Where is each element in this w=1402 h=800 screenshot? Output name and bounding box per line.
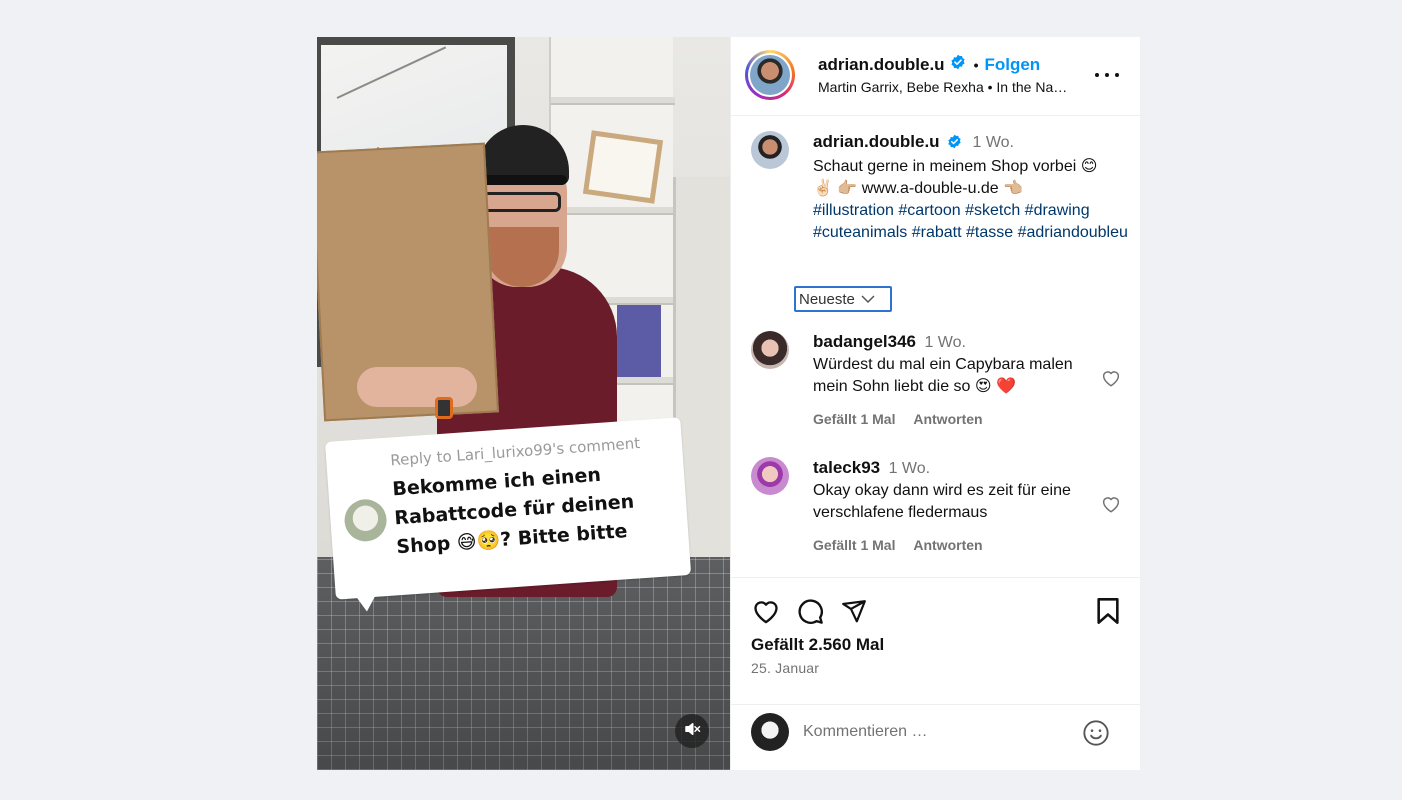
author-avatar[interactable]: [745, 50, 795, 100]
reply-comment-bubble: Reply to Lari_lurixo99's comment Bekomme…: [325, 417, 692, 613]
separator-dot: •: [973, 56, 979, 73]
video-purple-board: [617, 305, 661, 377]
follow-button[interactable]: Folgen: [984, 55, 1040, 75]
comment-composer: [731, 704, 1141, 770]
viewer-avatar: [751, 713, 789, 751]
video-person-glasses: [481, 192, 561, 212]
commenter-username[interactable]: taleck93: [813, 458, 880, 477]
more-options-icon[interactable]: [1095, 70, 1119, 80]
sort-label: Neueste: [799, 290, 855, 308]
caption-avatar[interactable]: [751, 131, 789, 169]
post-date: 25. Januar: [751, 660, 820, 676]
caption-username[interactable]: adrian.double.u: [813, 132, 940, 151]
comment-sort-dropdown[interactable]: Neueste: [794, 286, 892, 312]
audio-track-link[interactable]: Martin Garrix, Bebe Rexha • In the Na…: [818, 79, 1098, 95]
caption-text-line2: ✌🏻 👉🏼 www.a-double-u.de 👈🏼: [813, 180, 1024, 197]
like-count[interactable]: Gefällt 2.560 Mal: [751, 635, 884, 655]
post-action-bar: Gefällt 2.560 Mal 25. Januar: [731, 577, 1141, 676]
emoji-icon[interactable]: [1081, 718, 1111, 748]
comment-text: Okay okay dann wird es zeit für eine ver…: [813, 482, 1071, 521]
post-card: Reply to Lari_lurixo99's comment Bekomme…: [317, 37, 1141, 770]
chevron-down-icon: [855, 291, 875, 308]
heart-icon[interactable]: [1101, 369, 1121, 392]
comment-likes[interactable]: Gefällt 1 Mal: [813, 411, 895, 427]
caption-time[interactable]: 1 Wo.: [972, 134, 1014, 151]
commenter-avatar[interactable]: [751, 331, 789, 369]
reply-button[interactable]: Antworten: [913, 537, 982, 553]
commenter-avatar[interactable]: [751, 457, 789, 495]
post-header: adrian.double.u • Folgen Martin Garrix, …: [731, 37, 1141, 116]
comment-input[interactable]: [803, 717, 1073, 747]
heart-icon[interactable]: [751, 596, 781, 626]
caption-text-line1: Schaut gerne in meinem Shop vorbei 😊: [813, 158, 1098, 175]
caption-hashtags[interactable]: #illustration #cartoon #sketch #drawing …: [813, 200, 1133, 244]
bubble-avatar: [343, 497, 388, 543]
comment-likes[interactable]: Gefällt 1 Mal: [813, 537, 895, 553]
heart-icon[interactable]: [1101, 495, 1121, 518]
bubble-text: Bekomme ich einen Rabattcode für deinen …: [391, 463, 635, 559]
comment-icon[interactable]: [795, 596, 825, 626]
author-username[interactable]: adrian.double.u: [818, 55, 945, 75]
post-side-panel: adrian.double.u • Folgen Martin Garrix, …: [730, 37, 1141, 770]
reply-button[interactable]: Antworten: [913, 411, 982, 427]
comment-time[interactable]: 1 Wo.: [889, 460, 931, 477]
video-canvas: [582, 130, 664, 204]
verified-badge-icon: [947, 134, 962, 156]
muted-speaker-icon: [683, 720, 701, 743]
video-watch: [435, 397, 453, 419]
commenter-username[interactable]: badangel346: [813, 332, 916, 351]
mute-toggle-button[interactable]: [675, 714, 709, 748]
comment-time[interactable]: 1 Wo.: [924, 334, 966, 351]
bookmark-icon[interactable]: [1093, 596, 1123, 626]
share-icon[interactable]: [839, 596, 869, 626]
post-video[interactable]: Reply to Lari_lurixo99's comment Bekomme…: [317, 37, 730, 770]
verified-badge-icon: [950, 54, 966, 75]
comment-text: Würdest du mal ein Capybara malen mein S…: [813, 356, 1073, 395]
